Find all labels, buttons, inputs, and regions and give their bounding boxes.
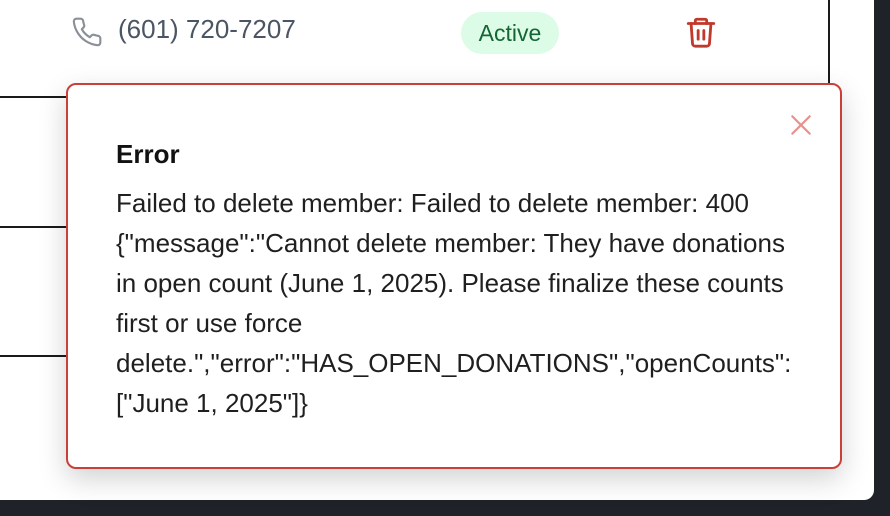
error-toast: Error Failed to delete member: Failed to… (66, 83, 842, 469)
status-badge: Active (461, 12, 559, 54)
toast-message: Failed to delete member: Failed to delet… (116, 183, 836, 423)
row-divider (0, 96, 70, 98)
table-border-right (828, 0, 830, 84)
close-icon[interactable] (788, 112, 814, 138)
toast-message-line: in open count (June 1, 2025). Please fin… (116, 268, 784, 298)
toast-message-line: Failed to delete member: Failed to delet… (116, 188, 750, 218)
phone-icon (71, 16, 103, 48)
toast-message-line: delete.","error":"HAS_OPEN_DONATIONS","o… (116, 348, 792, 378)
member-phone: (601) 720-7207 (118, 14, 296, 44)
toast-title: Error (116, 139, 180, 169)
toast-message-line: {"message":"Cannot delete member: They h… (116, 228, 785, 258)
member-row: (601) 720-7207 Active (0, 0, 830, 70)
row-divider (0, 355, 70, 357)
trash-icon[interactable] (684, 14, 718, 50)
toast-message-line: first or use force (116, 308, 303, 338)
row-divider (0, 226, 70, 228)
toast-message-line: ["June 1, 2025"]} (116, 388, 308, 418)
